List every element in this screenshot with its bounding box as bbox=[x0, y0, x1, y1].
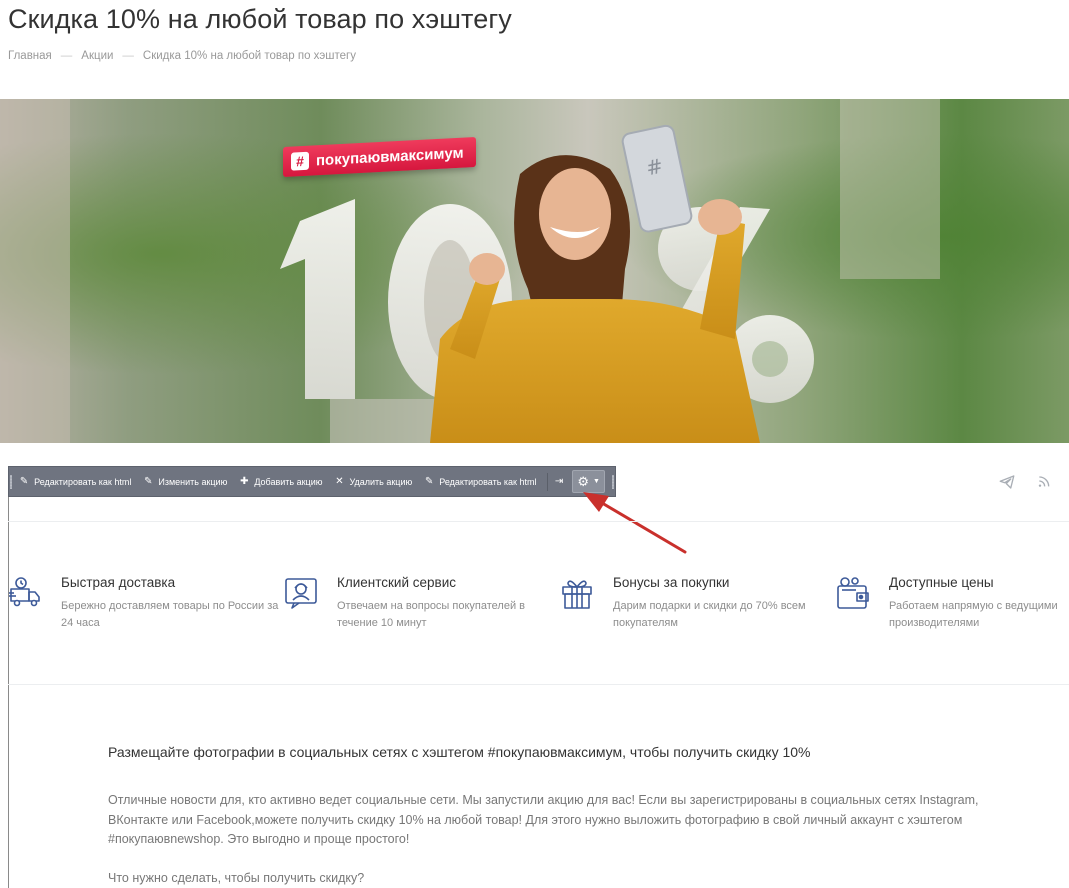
plus-icon: ✚ bbox=[240, 476, 249, 487]
edit-action-label: Изменить акцию bbox=[158, 476, 228, 487]
hashtag-text: покупаювмаксимум bbox=[316, 144, 464, 169]
feature-title: Доступные цены bbox=[889, 575, 994, 590]
close-icon: ✕ bbox=[335, 476, 344, 487]
promo-description: Размещайте фотографии в социальных сетях… bbox=[108, 743, 1008, 885]
feature-title: Клиентский сервис bbox=[337, 575, 456, 590]
share-icons bbox=[998, 473, 1052, 491]
edit-as-html-button[interactable]: ✎ Редактировать как html bbox=[13, 467, 137, 496]
pencil-icon: ✎ bbox=[425, 476, 434, 487]
feature-description: Работаем напрямую с ведущими производите… bbox=[889, 600, 1058, 629]
breadcrumb: Главная — Акции — Скидка 10% на любой то… bbox=[8, 50, 356, 62]
pin-toolbar-button[interactable]: ⇥ bbox=[549, 476, 569, 487]
admin-toolbar: ✎ Редактировать как html ✎ Изменить акци… bbox=[8, 466, 616, 497]
page-title: Скидка 10% на любой товар по хэштегу bbox=[8, 4, 512, 34]
promo-question: Что нужно сделать, чтобы получить скидку… bbox=[108, 870, 365, 885]
edit-as-html-label: Редактировать как html bbox=[34, 476, 132, 487]
breadcrumb-separator: — bbox=[122, 50, 134, 62]
divider bbox=[8, 684, 1069, 685]
feature-description: Дарим подарки и скидки до 70% всем покуп… bbox=[613, 600, 806, 629]
breadcrumb-separator: — bbox=[60, 50, 73, 62]
add-action-button[interactable]: ✚ Добавить акцию bbox=[233, 467, 328, 496]
banner-artwork: # bbox=[0, 99, 1069, 443]
wallet-icon bbox=[837, 577, 869, 609]
add-action-label: Добавить акцию bbox=[254, 476, 323, 487]
breadcrumb-promotions-link[interactable]: Акции bbox=[81, 50, 113, 62]
promo-paragraph: Отличные новости для, кто активно ведет … bbox=[108, 793, 979, 846]
features-section: Быстрая доставка Бережно доставляем това… bbox=[8, 574, 1069, 644]
edit-as-html-button-2[interactable]: ✎ Редактировать как html bbox=[418, 467, 542, 496]
rss-icon[interactable] bbox=[1036, 473, 1052, 489]
feature-title: Бонусы за покупки bbox=[613, 575, 730, 590]
feature-description: Бережно доставляем товары по России за 2… bbox=[61, 600, 279, 629]
edit-as-html-label-2: Редактировать как html bbox=[439, 476, 537, 487]
gift-icon bbox=[562, 580, 592, 609]
promo-lead-text: Размещайте фотографии в социальных сетях… bbox=[108, 744, 811, 760]
promo-banner-image: # # покупаювмаксимум bbox=[0, 99, 1069, 443]
delete-action-label: Удалить акцию bbox=[349, 476, 413, 487]
edit-action-button[interactable]: ✎ Изменить акцию bbox=[137, 467, 233, 496]
delete-action-button[interactable]: ✕ Удалить акцию bbox=[329, 467, 419, 496]
layout-guide-line bbox=[8, 497, 9, 888]
breadcrumb-current: Скидка 10% на любой товар по хэштегу bbox=[142, 50, 356, 62]
hashtag-icon: # bbox=[291, 151, 309, 171]
breadcrumb-home-link[interactable]: Главная bbox=[8, 50, 52, 62]
pencil-icon: ✎ bbox=[19, 476, 29, 487]
feature-title: Быстрая доставка bbox=[61, 575, 176, 590]
divider bbox=[8, 521, 1069, 522]
feature-description: Отвечаем на вопросы покупателей в течени… bbox=[337, 600, 525, 629]
delivery-truck-icon bbox=[9, 577, 40, 607]
annotation-arrow-icon bbox=[583, 492, 687, 554]
customer-service-icon bbox=[285, 578, 317, 609]
telegram-icon[interactable] bbox=[998, 473, 1016, 491]
pencil-icon: ✎ bbox=[144, 476, 153, 487]
